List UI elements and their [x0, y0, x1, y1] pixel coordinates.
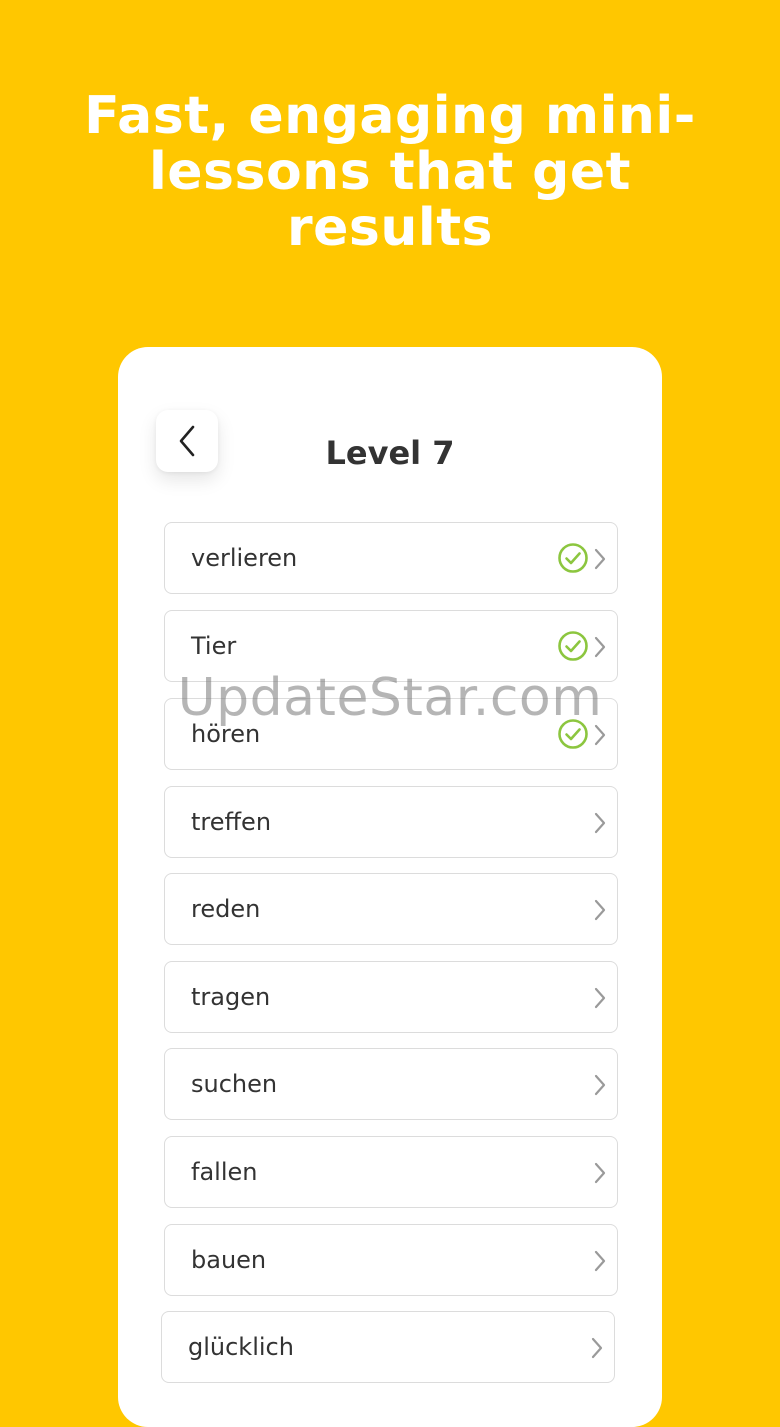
level-card: Level 7 verlieren Tier hören treffen red… — [118, 347, 662, 1427]
word-row[interactable]: verlieren — [164, 522, 618, 594]
chevron-right-icon — [594, 636, 606, 658]
word-label: fallen — [191, 1158, 258, 1186]
chevron-right-icon — [594, 899, 606, 921]
word-label: bauen — [191, 1246, 267, 1274]
check-circle-icon — [558, 631, 588, 661]
chevron-right-icon — [594, 812, 606, 834]
word-list: verlieren Tier hören treffen reden trage… — [118, 347, 662, 1427]
word-row[interactable]: Tier — [164, 610, 618, 682]
check-circle-icon — [558, 719, 588, 749]
word-label: tragen — [191, 983, 271, 1011]
word-row[interactable]: fallen — [164, 1136, 618, 1208]
word-row[interactable]: suchen — [164, 1048, 618, 1120]
word-label: verlieren — [191, 544, 298, 572]
chevron-right-icon — [594, 987, 606, 1009]
word-label: reden — [191, 895, 261, 923]
word-label: hören — [191, 720, 261, 748]
word-row[interactable]: reden — [164, 873, 618, 945]
word-row[interactable]: glücklich — [161, 1311, 615, 1383]
headline: Fast, engaging mini-lessons that get res… — [84, 86, 696, 258]
word-label: Tier — [191, 632, 237, 660]
word-row[interactable]: treffen — [164, 786, 618, 858]
word-row[interactable]: tragen — [164, 961, 618, 1033]
chevron-right-icon — [594, 724, 606, 746]
word-label: treffen — [191, 808, 272, 836]
chevron-right-icon — [594, 1074, 606, 1096]
word-label: glücklich — [188, 1333, 294, 1361]
word-label: suchen — [191, 1070, 278, 1098]
chevron-right-icon — [594, 1162, 606, 1184]
word-row[interactable]: hören — [164, 698, 618, 770]
word-row[interactable]: bauen — [164, 1224, 618, 1296]
chevron-right-icon — [591, 1337, 603, 1359]
chevron-right-icon — [594, 548, 606, 570]
check-circle-icon — [558, 543, 588, 573]
chevron-right-icon — [594, 1250, 606, 1272]
